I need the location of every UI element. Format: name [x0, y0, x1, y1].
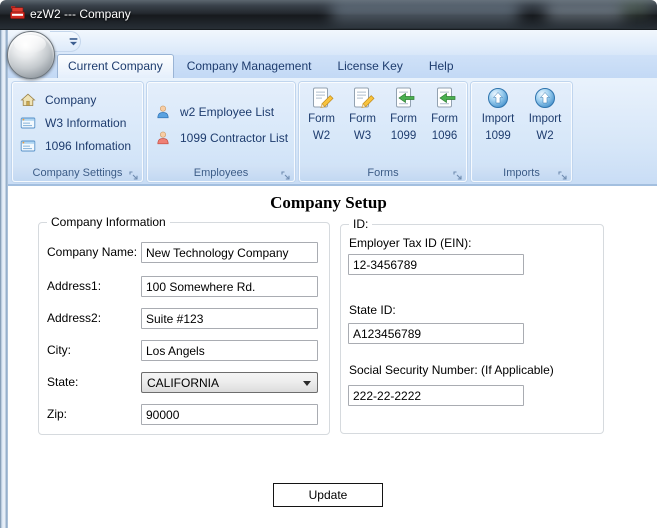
- dialog-launcher-icon[interactable]: [558, 168, 568, 180]
- tab-license-key[interactable]: License Key: [324, 55, 415, 78]
- titlebar-glass-reflection: [620, 2, 650, 14]
- ribbon-item-1096-infomation[interactable]: 1096 Infomation: [20, 136, 141, 156]
- zip-label: Zip:: [47, 407, 68, 421]
- state-id-input[interactable]: [348, 323, 524, 344]
- ribbon-button-form-1099[interactable]: Form 1099: [383, 86, 424, 144]
- window-left-border: [0, 30, 8, 528]
- ein-input[interactable]: [348, 254, 524, 275]
- group-footer: Company Settings: [13, 165, 142, 181]
- app-icon[interactable]: [9, 5, 26, 22]
- quick-access-toolbar: [0, 30, 657, 55]
- group-footer: Employees: [148, 165, 294, 181]
- ribbon-item-label: W3 Information: [45, 116, 127, 130]
- ribbon-button-label: W3: [353, 129, 372, 142]
- state-label: State:: [47, 375, 79, 389]
- tab-company-management[interactable]: Company Management: [174, 55, 325, 78]
- form-import-icon: [392, 86, 416, 110]
- zip-input[interactable]: [141, 404, 318, 425]
- group-footer: Forms: [300, 165, 466, 181]
- ribbon-button-label: 1096: [431, 129, 458, 142]
- state-id-label: State ID:: [349, 303, 396, 317]
- state-select[interactable]: CALIFORNIA: [141, 372, 318, 393]
- ssn-label: Social Security Number: (If Applicable): [349, 363, 554, 377]
- ribbon-groups-layer: Company W3 Information 1096 Infomation C…: [0, 78, 657, 186]
- titlebar-glass-reflection: [545, 5, 625, 19]
- dialog-launcher-icon[interactable]: [129, 168, 139, 180]
- group-label: Imports: [503, 167, 540, 179]
- dialog-launcher-icon[interactable]: [453, 168, 463, 180]
- group-label: Employees: [193, 167, 249, 179]
- ribbon-button-label: W2: [536, 129, 554, 142]
- ribbon-button-form-1096[interactable]: Form 1096: [424, 86, 465, 144]
- dropdown-arrow-icon: [303, 381, 311, 386]
- import-sphere-icon: [533, 86, 557, 110]
- ribbon-group-employees: w2 Employee List 1099 Contractor List Em…: [147, 82, 295, 182]
- ribbon-item-label: w2 Employee List: [180, 105, 275, 119]
- ribbon-item-1099-contractor-list[interactable]: 1099 Contractor List: [155, 128, 293, 148]
- ribbon-group-imports: Import 1099 Import W2 Imports: [471, 82, 572, 182]
- application-menu-button[interactable]: [7, 31, 55, 79]
- ribbon-button-label: Form: [390, 113, 417, 125]
- form-edit-icon: [351, 86, 375, 110]
- city-label: City:: [47, 343, 71, 357]
- person-red-icon: [155, 130, 171, 146]
- address1-label: Address1:: [47, 279, 102, 293]
- ribbon-item-w3-information[interactable]: W3 Information: [20, 113, 141, 133]
- groupbox-legend: Company Information: [47, 215, 170, 229]
- company-name-input[interactable]: [141, 242, 318, 263]
- ribbon-button-label: Import: [528, 113, 562, 125]
- form-import-icon: [433, 86, 457, 110]
- page-title: Company Setup: [270, 193, 387, 212]
- ribbon-button-form-w2[interactable]: Form W2: [301, 86, 342, 144]
- home-icon: [20, 92, 36, 108]
- person-blue-icon: [155, 104, 171, 120]
- city-input[interactable]: [141, 340, 318, 361]
- groupbox-legend: ID:: [349, 217, 373, 231]
- address2-input[interactable]: [141, 308, 318, 329]
- ribbon-button-label: W2: [312, 129, 331, 142]
- id-groupbox: ID: Employer Tax ID (EIN): State ID: Soc…: [340, 217, 604, 434]
- company-information-groupbox: Company Information Company Name: Addres…: [38, 215, 330, 435]
- ribbon-button-label: Form: [431, 113, 458, 125]
- ribbon-item-label: 1099 Contractor List: [180, 131, 289, 145]
- tab-current-company[interactable]: Current Company: [57, 54, 174, 78]
- form-edit-icon: [310, 86, 334, 110]
- main-content: Company Setup Company Information Compan…: [0, 186, 657, 528]
- group-footer: Imports: [472, 165, 571, 181]
- title-bar: ezW2 --- Company: [0, 0, 657, 28]
- form-window-icon: [20, 115, 36, 131]
- ribbon-button-label: Form: [308, 113, 335, 125]
- dialog-launcher-icon[interactable]: [281, 168, 291, 180]
- address2-label: Address2:: [47, 311, 102, 325]
- company-name-label: Company Name:: [47, 245, 138, 259]
- update-button[interactable]: Update: [273, 483, 383, 507]
- ribbon-button-import-w2[interactable]: Import W2: [523, 86, 567, 144]
- ribbon-item-label: Company: [45, 93, 97, 107]
- quick-access-dropdown-icon[interactable]: [68, 35, 79, 46]
- tab-help[interactable]: Help: [416, 55, 467, 78]
- ribbon-button-label: Form: [349, 113, 376, 125]
- ribbon-group-forms: Form W2 Form W3 Form 1099 Form 1096 Form…: [299, 82, 467, 182]
- ribbon-tabs: Current Company Company Management Licen…: [57, 54, 467, 78]
- window-title: ezW2 --- Company: [30, 7, 131, 21]
- ribbon-group-company-settings: Company W3 Information 1096 Infomation C…: [12, 82, 143, 182]
- ribbon-button-label: 1099: [390, 129, 417, 142]
- app-window: ezW2 --- Company Current Company Company…: [0, 0, 657, 528]
- ribbon-button-form-w3[interactable]: Form W3: [342, 86, 383, 144]
- state-select-value: CALIFORNIA: [147, 375, 220, 390]
- ssn-input[interactable]: [348, 385, 524, 406]
- import-sphere-icon: [486, 86, 510, 110]
- form-window-icon: [20, 138, 36, 154]
- ribbon-button-label: Import: [481, 113, 515, 125]
- ribbon-item-w2-employee-list[interactable]: w2 Employee List: [155, 102, 293, 122]
- address1-input[interactable]: [141, 276, 318, 297]
- ribbon-button-import-1099[interactable]: Import 1099: [476, 86, 520, 144]
- ribbon-button-label: 1099: [485, 129, 511, 142]
- ein-label: Employer Tax ID (EIN):: [349, 236, 472, 250]
- group-label: Forms: [367, 167, 399, 179]
- group-label: Company Settings: [32, 167, 123, 179]
- ribbon-item-company[interactable]: Company: [20, 90, 141, 110]
- ribbon-item-label: 1096 Infomation: [45, 139, 132, 153]
- titlebar-glass-reflection: [330, 3, 520, 21]
